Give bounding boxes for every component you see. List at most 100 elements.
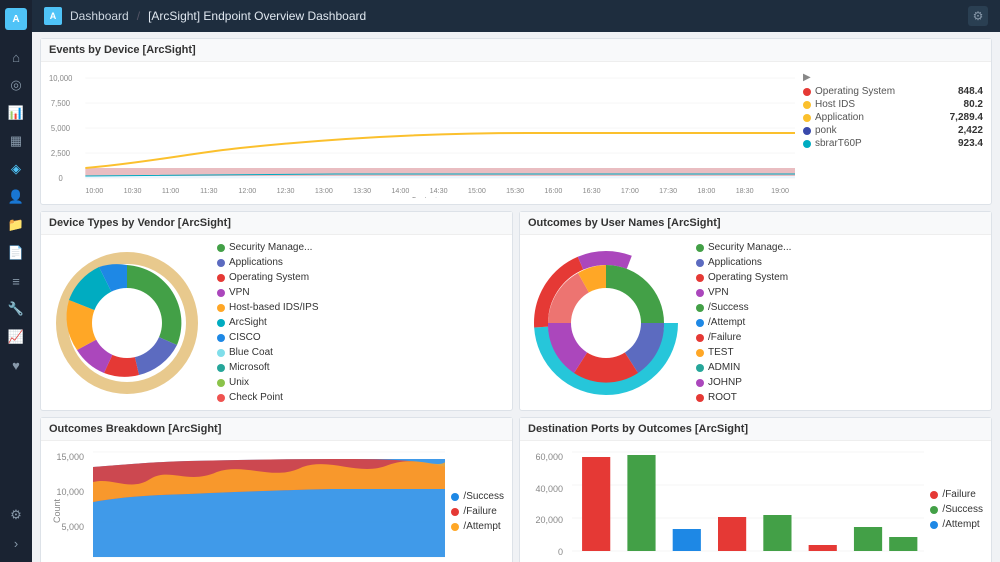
settings-icon[interactable]: ⚙ (968, 6, 988, 26)
legend-os-label: Operating System (815, 86, 939, 97)
svg-text:14:30: 14:30 (430, 186, 448, 195)
destination-ports-body: 60,000 40,000 20,000 0 (520, 441, 991, 562)
dt-legend-microsoft: Microsoft (229, 362, 270, 373)
sidebar-icon-chart[interactable]: 📊 (5, 102, 27, 124)
ou-legend-attempt: /Attempt (708, 317, 745, 328)
ob-y-5000: 5,000 (61, 522, 84, 532)
events-panel-body: 10,000 7,500 5,000 2,500 0 (41, 62, 991, 204)
legend-item-os: Operating System 848.4 (803, 85, 983, 98)
middle-row: Device Types by Vendor [ArcSight] (40, 211, 992, 411)
header-title: [ArcSight] Endpoint Overview Dashboard (148, 9, 366, 23)
dp-y-60000: 60,000 (535, 452, 563, 462)
svg-text:5,000: 5,000 (51, 124, 71, 133)
sidebar-icon-dashboard[interactable]: ◈ (5, 158, 27, 180)
dt-legend-os: Operating System (229, 272, 309, 283)
sidebar-icon-folder[interactable]: 📁 (5, 214, 27, 236)
dp-y-20000: 20,000 (535, 515, 563, 525)
svg-text:10:30: 10:30 (124, 186, 142, 195)
outcomes-usernames-body: Security Manage... Applications Operatin… (520, 235, 991, 410)
svg-text:14:00: 14:00 (391, 186, 409, 195)
ou-legend-vpn: VPN (708, 287, 729, 298)
svg-text:7,500: 7,500 (51, 99, 71, 108)
dt-legend-unix: Unix (229, 377, 249, 388)
svg-text:19:00: 19:00 (771, 186, 789, 195)
legend-expand-icon[interactable]: ▶ (803, 72, 811, 83)
outcomes-breakdown-body: 15,000 10,000 5,000 (41, 441, 512, 562)
legend-hostids-label: Host IDS (815, 99, 939, 110)
sidebar-icon-settings[interactable]: ⚙ (5, 504, 27, 526)
svg-text:0: 0 (59, 174, 64, 183)
sidebar-icon-tools[interactable]: 🔧 (5, 298, 27, 320)
ou-legend-johnp: JOHNP (708, 377, 742, 388)
ou-legend-failure: /Failure (708, 332, 741, 343)
sidebar-icon-report[interactable]: 📄 (5, 242, 27, 264)
sidebar-icon-list[interactable]: ≡ (5, 270, 27, 292)
header-logo: A (44, 7, 62, 25)
sidebar-icon-grid[interactable]: ▦ (5, 130, 27, 152)
legend-item-app: Application 7,289.4 (803, 111, 983, 124)
events-legend: ▶ Operating System 848.4 Host IDS 80.2 (803, 68, 983, 198)
bottom-row: Outcomes Breakdown [ArcSight] 15,000 10,… (40, 417, 992, 562)
dt-legend-hids: Host-based IDS/IPS (229, 302, 318, 313)
ou-legend-admin: ADMIN (708, 362, 740, 373)
ou-legend-root: ROOT (708, 392, 737, 403)
svg-text:11:30: 11:30 (200, 186, 217, 195)
svg-text:10:00: 10:00 (85, 186, 103, 195)
ou-legend-test: TEST (708, 347, 734, 358)
sidebar-icon-user[interactable]: 👤 (5, 186, 27, 208)
sidebar-icon-search[interactable]: ◎ (5, 74, 27, 96)
device-types-chart (49, 245, 209, 400)
svg-text:17:30: 17:30 (659, 186, 677, 195)
svg-text:10,000: 10,000 (49, 74, 73, 83)
outcomes-usernames-legend: Security Manage... Applications Operatin… (696, 241, 791, 404)
sidebar-icon-home[interactable]: ⌂ (5, 46, 27, 68)
outcomes-breakdown-legend: /Success /Failure /Attempt (451, 447, 504, 562)
header: A Dashboard / [ArcSight] Endpoint Overvi… (32, 0, 1000, 32)
dp-legend-success: /Success (942, 504, 983, 515)
ou-legend-app: Applications (708, 257, 762, 268)
svg-text:13:00: 13:00 (315, 186, 333, 195)
svg-text:15:30: 15:30 (506, 186, 524, 195)
sidebar-icon-arrow[interactable]: › (5, 532, 27, 554)
svg-text:18:30: 18:30 (736, 186, 754, 195)
dt-legend-sm: Security Manage... (229, 242, 312, 253)
legend-app-label: Application (815, 112, 939, 123)
sidebar-icon-heart[interactable]: ♥ (5, 354, 27, 376)
destination-ports-title: Destination Ports by Outcomes [ArcSight] (520, 418, 991, 441)
outcomes-breakdown-panel: Outcomes Breakdown [ArcSight] 15,000 10,… (40, 417, 513, 562)
device-types-panel: Device Types by Vendor [ArcSight] (40, 211, 513, 411)
svg-text:12:00: 12:00 (238, 186, 256, 195)
sidebar: A ⌂ ◎ 📊 ▦ ◈ 👤 📁 📄 ≡ 🔧 📈 ♥ ⚙ › (0, 0, 32, 562)
ob-legend-failure: /Failure (463, 506, 496, 517)
svg-text:17:00: 17:00 (621, 186, 639, 195)
events-panel-title: Events by Device [ArcSight] (41, 39, 991, 62)
events-panel: Events by Device [ArcSight] 10 (40, 38, 992, 205)
dp-y-40000: 40,000 (535, 484, 563, 494)
destination-ports-panel: Destination Ports by Outcomes [ArcSight]… (519, 417, 992, 562)
legend-ponk-value: 2,422 (943, 125, 983, 136)
svg-text:18:00: 18:00 (697, 186, 715, 195)
dt-legend-vpn: VPN (229, 287, 250, 298)
content-area: Events by Device [ArcSight] 10 (32, 32, 1000, 562)
header-separator: / (137, 9, 140, 23)
dt-legend-app: Applications (229, 257, 283, 268)
ob-y-label: Count (52, 499, 62, 523)
main-area: A Dashboard / [ArcSight] Endpoint Overvi… (32, 0, 1000, 562)
ou-legend-os: Operating System (708, 272, 788, 283)
ob-y-15000: 15,000 (56, 452, 84, 462)
dt-legend-cisco: CISCO (229, 332, 261, 343)
sidebar-icon-analytics[interactable]: 📈 (5, 326, 27, 348)
legend-item-sbrart60p: sbrarT60P 923.4 (803, 137, 983, 150)
app-logo[interactable]: A (5, 8, 27, 30)
outcomes-usernames-panel: Outcomes by User Names [ArcSight] (519, 211, 992, 411)
svg-text:2,500: 2,500 (51, 149, 71, 158)
legend-app-value: 7,289.4 (943, 112, 983, 123)
legend-ponk-label: ponk (815, 125, 939, 136)
svg-text:13:30: 13:30 (353, 186, 371, 195)
dt-legend-bluecoat: Blue Coat (229, 347, 273, 358)
legend-os-value: 848.4 (943, 86, 983, 97)
destination-ports-chart (572, 447, 924, 562)
destination-ports-legend: /Failure /Success /Attempt (930, 447, 983, 562)
legend-item-ponk: ponk 2,422 (803, 124, 983, 137)
legend-hostids-value: 80.2 (943, 99, 983, 110)
